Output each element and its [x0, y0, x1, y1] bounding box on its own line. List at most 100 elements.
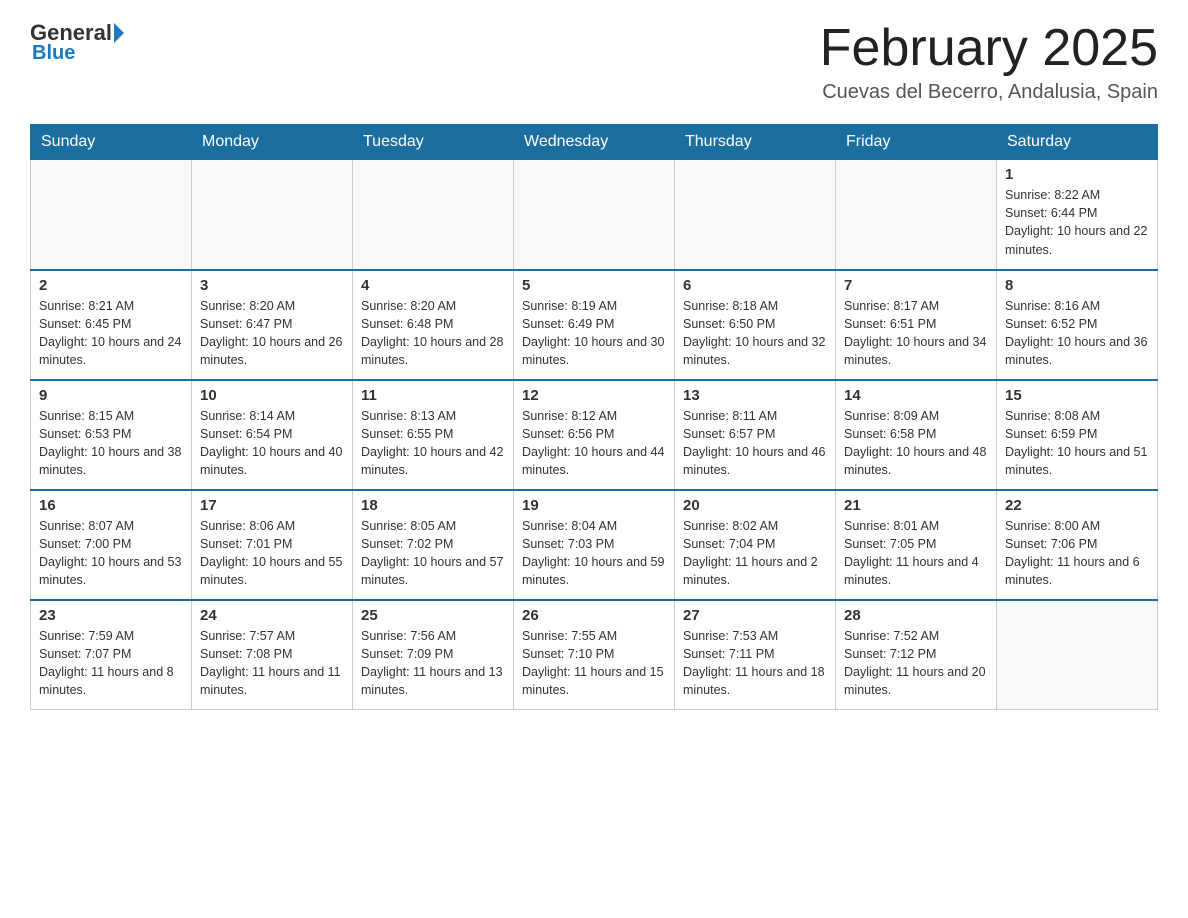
weekday-header-thursday: Thursday — [675, 125, 836, 160]
day-number: 25 — [361, 607, 505, 624]
day-number: 3 — [200, 277, 344, 294]
weekday-header-row: SundayMondayTuesdayWednesdayThursdayFrid… — [31, 125, 1158, 160]
calendar-cell: 14 Sunrise: 8:09 AMSunset: 6:58 PMDayligh… — [836, 380, 997, 490]
calendar-cell — [675, 160, 836, 270]
day-number: 4 — [361, 277, 505, 294]
title-area: February 2025 Cuevas del Becerro, Andalu… — [820, 20, 1158, 104]
calendar-cell: 8 Sunrise: 8:16 AMSunset: 6:52 PMDaylight… — [997, 270, 1158, 380]
day-info: Sunrise: 8:06 AMSunset: 7:01 PMDaylight:… — [200, 517, 344, 590]
logo: General Blue — [30, 20, 126, 65]
day-number: 20 — [683, 497, 827, 514]
day-number: 12 — [522, 387, 666, 404]
calendar-cell: 21 Sunrise: 8:01 AMSunset: 7:05 PMDayligh… — [836, 490, 997, 600]
day-number: 1 — [1005, 166, 1149, 183]
week-row-3: 16 Sunrise: 8:07 AMSunset: 7:00 PMDayligh… — [31, 490, 1158, 600]
calendar-cell: 18Sunrise: 8:05 AMSunset: 7:02 PMDayligh… — [353, 490, 514, 600]
page-header: General Blue February 2025 Cuevas del Be… — [30, 20, 1158, 104]
calendar-cell — [31, 160, 192, 270]
day-info: Sunrise: 8:19 AMSunset: 6:49 PMDaylight:… — [522, 297, 666, 370]
day-info: Sunrise: 8:20 AMSunset: 6:48 PMDaylight:… — [361, 297, 505, 370]
weekday-header-tuesday: Tuesday — [353, 125, 514, 160]
calendar-cell — [514, 160, 675, 270]
day-info: Sunrise: 8:20 AMSunset: 6:47 PMDaylight:… — [200, 297, 344, 370]
day-number: 8 — [1005, 277, 1149, 294]
day-info: Sunrise: 7:52 AMSunset: 7:12 PMDaylight:… — [844, 627, 988, 700]
day-number: 16 — [39, 497, 183, 514]
day-number: 2 — [39, 277, 183, 294]
calendar-cell: 26Sunrise: 7:55 AMSunset: 7:10 PMDayligh… — [514, 600, 675, 710]
day-info: Sunrise: 7:56 AMSunset: 7:09 PMDaylight:… — [361, 627, 505, 700]
day-number: 5 — [522, 277, 666, 294]
day-info: Sunrise: 8:01 AMSunset: 7:05 PMDaylight:… — [844, 517, 988, 590]
month-title: February 2025 — [820, 20, 1158, 77]
day-info: Sunrise: 8:09 AMSunset: 6:58 PMDaylight:… — [844, 407, 988, 480]
calendar-cell — [353, 160, 514, 270]
calendar-cell: 23Sunrise: 7:59 AMSunset: 7:07 PMDayligh… — [31, 600, 192, 710]
calendar-cell: 12 Sunrise: 8:12 AMSunset: 6:56 PMDayligh… — [514, 380, 675, 490]
day-info: Sunrise: 8:16 AMSunset: 6:52 PMDaylight:… — [1005, 297, 1149, 370]
day-info: Sunrise: 8:00 AMSunset: 7:06 PMDaylight:… — [1005, 517, 1149, 590]
calendar-cell: 16 Sunrise: 8:07 AMSunset: 7:00 PMDayligh… — [31, 490, 192, 600]
calendar-cell: 17 Sunrise: 8:06 AMSunset: 7:01 PMDayligh… — [192, 490, 353, 600]
day-number: 7 — [844, 277, 988, 294]
day-info: Sunrise: 8:07 AMSunset: 7:00 PMDaylight:… — [39, 517, 183, 590]
day-info: Sunrise: 8:02 AMSunset: 7:04 PMDaylight:… — [683, 517, 827, 590]
day-info: Sunrise: 8:21 AMSunset: 6:45 PMDaylight:… — [39, 297, 183, 370]
day-info: Sunrise: 8:04 AMSunset: 7:03 PMDaylight:… — [522, 517, 666, 590]
day-number: 13 — [683, 387, 827, 404]
day-number: 10 — [200, 387, 344, 404]
day-number: 28 — [844, 607, 988, 624]
calendar-cell: 11Sunrise: 8:13 AMSunset: 6:55 PMDayligh… — [353, 380, 514, 490]
logo-arrow-icon — [114, 23, 124, 43]
calendar-cell: 7 Sunrise: 8:17 AMSunset: 6:51 PMDaylight… — [836, 270, 997, 380]
calendar-cell: 28 Sunrise: 7:52 AMSunset: 7:12 PMDayligh… — [836, 600, 997, 710]
calendar-cell — [997, 600, 1158, 710]
calendar-cell: 2 Sunrise: 8:21 AMSunset: 6:45 PMDaylight… — [31, 270, 192, 380]
day-info: Sunrise: 7:59 AMSunset: 7:07 PMDaylight:… — [39, 627, 183, 700]
calendar-cell: 25 Sunrise: 7:56 AMSunset: 7:09 PMDayligh… — [353, 600, 514, 710]
calendar-cell: 20 Sunrise: 8:02 AMSunset: 7:04 PMDayligh… — [675, 490, 836, 600]
day-info: Sunrise: 8:22 AMSunset: 6:44 PMDaylight:… — [1005, 186, 1149, 259]
day-info: Sunrise: 8:12 AMSunset: 6:56 PMDaylight:… — [522, 407, 666, 480]
calendar-cell: 1 Sunrise: 8:22 AMSunset: 6:44 PMDaylight… — [997, 160, 1158, 270]
calendar-cell: 27Sunrise: 7:53 AMSunset: 7:11 PMDayligh… — [675, 600, 836, 710]
weekday-header-saturday: Saturday — [997, 125, 1158, 160]
day-info: Sunrise: 8:15 AMSunset: 6:53 PMDaylight:… — [39, 407, 183, 480]
day-number: 19 — [522, 497, 666, 514]
calendar-cell: 19 Sunrise: 8:04 AMSunset: 7:03 PMDayligh… — [514, 490, 675, 600]
day-info: Sunrise: 8:18 AMSunset: 6:50 PMDaylight:… — [683, 297, 827, 370]
day-info: Sunrise: 8:17 AMSunset: 6:51 PMDaylight:… — [844, 297, 988, 370]
calendar-cell — [836, 160, 997, 270]
calendar-cell: 3 Sunrise: 8:20 AMSunset: 6:47 PMDaylight… — [192, 270, 353, 380]
day-number: 6 — [683, 277, 827, 294]
day-number: 11 — [361, 387, 505, 404]
calendar-cell: 6 Sunrise: 8:18 AMSunset: 6:50 PMDaylight… — [675, 270, 836, 380]
day-number: 14 — [844, 387, 988, 404]
day-info: Sunrise: 8:14 AMSunset: 6:54 PMDaylight:… — [200, 407, 344, 480]
location: Cuevas del Becerro, Andalusia, Spain — [820, 81, 1158, 104]
day-number: 15 — [1005, 387, 1149, 404]
day-info: Sunrise: 8:08 AMSunset: 6:59 PMDaylight:… — [1005, 407, 1149, 480]
day-number: 26 — [522, 607, 666, 624]
day-number: 27 — [683, 607, 827, 624]
calendar-table: SundayMondayTuesdayWednesdayThursdayFrid… — [30, 124, 1158, 710]
weekday-header-friday: Friday — [836, 125, 997, 160]
weekday-header-wednesday: Wednesday — [514, 125, 675, 160]
week-row-2: 9Sunrise: 8:15 AMSunset: 6:53 PMDaylight… — [31, 380, 1158, 490]
day-number: 17 — [200, 497, 344, 514]
day-number: 24 — [200, 607, 344, 624]
weekday-header-monday: Monday — [192, 125, 353, 160]
week-row-0: 1 Sunrise: 8:22 AMSunset: 6:44 PMDaylight… — [31, 160, 1158, 270]
day-info: Sunrise: 8:05 AMSunset: 7:02 PMDaylight:… — [361, 517, 505, 590]
week-row-4: 23Sunrise: 7:59 AMSunset: 7:07 PMDayligh… — [31, 600, 1158, 710]
day-info: Sunrise: 7:57 AMSunset: 7:08 PMDaylight:… — [200, 627, 344, 700]
day-number: 21 — [844, 497, 988, 514]
logo-blue: Blue — [32, 42, 75, 65]
calendar-cell: 15 Sunrise: 8:08 AMSunset: 6:59 PMDayligh… — [997, 380, 1158, 490]
weekday-header-sunday: Sunday — [31, 125, 192, 160]
calendar-cell: 4 Sunrise: 8:20 AMSunset: 6:48 PMDaylight… — [353, 270, 514, 380]
day-info: Sunrise: 8:11 AMSunset: 6:57 PMDaylight:… — [683, 407, 827, 480]
calendar-cell — [192, 160, 353, 270]
calendar-cell: 13 Sunrise: 8:11 AMSunset: 6:57 PMDayligh… — [675, 380, 836, 490]
day-number: 22 — [1005, 497, 1149, 514]
